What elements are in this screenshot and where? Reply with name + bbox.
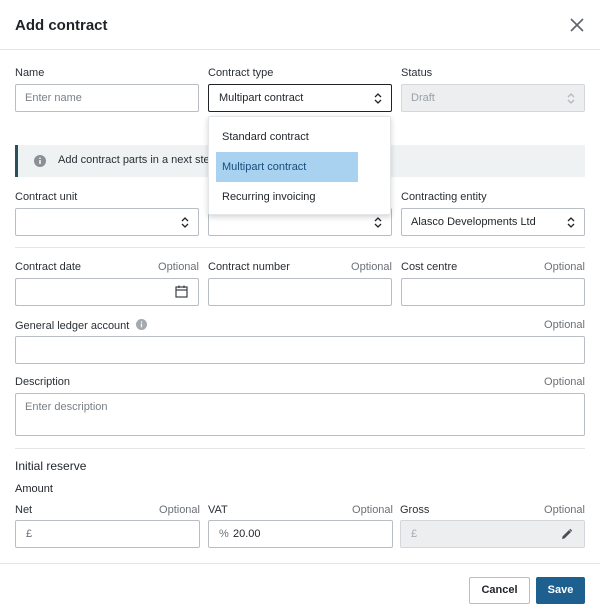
description-field[interactable]	[15, 393, 585, 436]
currency-prefix: £	[26, 528, 33, 540]
info-banner-text: Add contract parts in a next ste	[58, 154, 210, 166]
dialog-footer: Cancel Save	[0, 563, 600, 616]
dropdown-option-standard[interactable]: Standard contract	[216, 122, 358, 152]
select-arrows-icon	[181, 217, 189, 228]
gl-account-input[interactable]	[25, 337, 559, 363]
contract-date-label: Contract date	[15, 261, 82, 273]
vat-label: VAT	[208, 504, 228, 516]
gl-account-field[interactable]	[15, 336, 585, 364]
close-icon[interactable]	[568, 16, 586, 34]
contracting-entity-value: Alasco Developments Ltd	[411, 216, 536, 228]
optional-tag: Optional	[544, 319, 585, 331]
currency-prefix: £	[411, 528, 418, 540]
optional-tag: Optional	[352, 504, 393, 516]
gross-label: Gross	[400, 504, 430, 516]
optional-tag: Optional	[544, 504, 585, 516]
dialog-header: Add contract	[0, 0, 600, 50]
contract-type-label: Contract type	[208, 67, 274, 79]
info-icon	[34, 155, 46, 167]
contract-unit-label: Contract unit	[15, 191, 78, 203]
calendar-icon[interactable]	[175, 285, 188, 298]
divider	[15, 448, 585, 449]
info-icon[interactable]	[136, 319, 148, 330]
contract-type-dropdown: Standard contract Multipart contract Rec…	[208, 116, 391, 215]
optional-tag: Optional	[544, 376, 585, 388]
contracting-entity-label: Contracting entity	[401, 191, 487, 203]
select-arrows-icon	[374, 217, 382, 228]
contract-number-input[interactable]	[218, 279, 366, 305]
select-arrows-icon	[374, 93, 382, 104]
contract-type-value: Multipart contract	[219, 92, 304, 104]
contract-unit-select[interactable]	[15, 208, 199, 236]
net-label: Net	[15, 504, 33, 516]
vat-value: 20.00	[233, 528, 261, 540]
vat-field[interactable]: % 20.00	[208, 520, 393, 548]
description-label: Description	[15, 376, 71, 388]
net-amount-input[interactable]	[38, 521, 187, 547]
add-contract-dialog: Add contract Name Contract type Multipar…	[0, 0, 600, 616]
dropdown-option-recurring[interactable]: Recurring invoicing	[216, 182, 358, 212]
gl-account-label-text: General ledger account	[15, 320, 130, 332]
cost-centre-label: Cost centre	[401, 261, 458, 273]
contract-date-field[interactable]	[15, 278, 199, 306]
dropdown-option-multipart[interactable]: Multipart contract	[216, 152, 358, 182]
amount-heading: Amount	[15, 483, 53, 495]
name-label: Name	[15, 67, 45, 79]
contract-number-field[interactable]	[208, 278, 392, 306]
cost-centre-input[interactable]	[411, 279, 559, 305]
optional-tag: Optional	[159, 504, 200, 516]
cancel-button[interactable]: Cancel	[469, 577, 530, 604]
optional-tag: Optional	[158, 261, 199, 273]
percent-prefix: %	[219, 528, 229, 540]
optional-tag: Optional	[544, 261, 585, 273]
cost-centre-field[interactable]	[401, 278, 585, 306]
net-amount-field[interactable]: £	[15, 520, 200, 548]
select-arrows-icon	[567, 93, 575, 104]
description-input[interactable]	[25, 394, 559, 420]
status-select: Draft	[401, 84, 585, 112]
name-field[interactable]	[15, 84, 199, 112]
initial-reserve-heading: Initial reserve	[15, 459, 87, 473]
contract-number-label: Contract number	[208, 261, 290, 273]
pencil-icon[interactable]	[560, 528, 573, 541]
status-label: Status	[401, 67, 433, 79]
divider	[15, 247, 585, 248]
status-value: Draft	[411, 92, 435, 104]
optional-tag: Optional	[351, 261, 392, 273]
gross-amount-field: £	[400, 520, 585, 548]
save-button[interactable]: Save	[536, 577, 585, 604]
dialog-title: Add contract	[15, 17, 108, 34]
select-arrows-icon	[567, 217, 575, 228]
name-input[interactable]	[25, 85, 173, 111]
contract-type-select[interactable]: Multipart contract	[208, 84, 392, 112]
gl-account-label: General ledger account	[15, 319, 148, 332]
contracting-entity-select[interactable]: Alasco Developments Ltd	[401, 208, 585, 236]
